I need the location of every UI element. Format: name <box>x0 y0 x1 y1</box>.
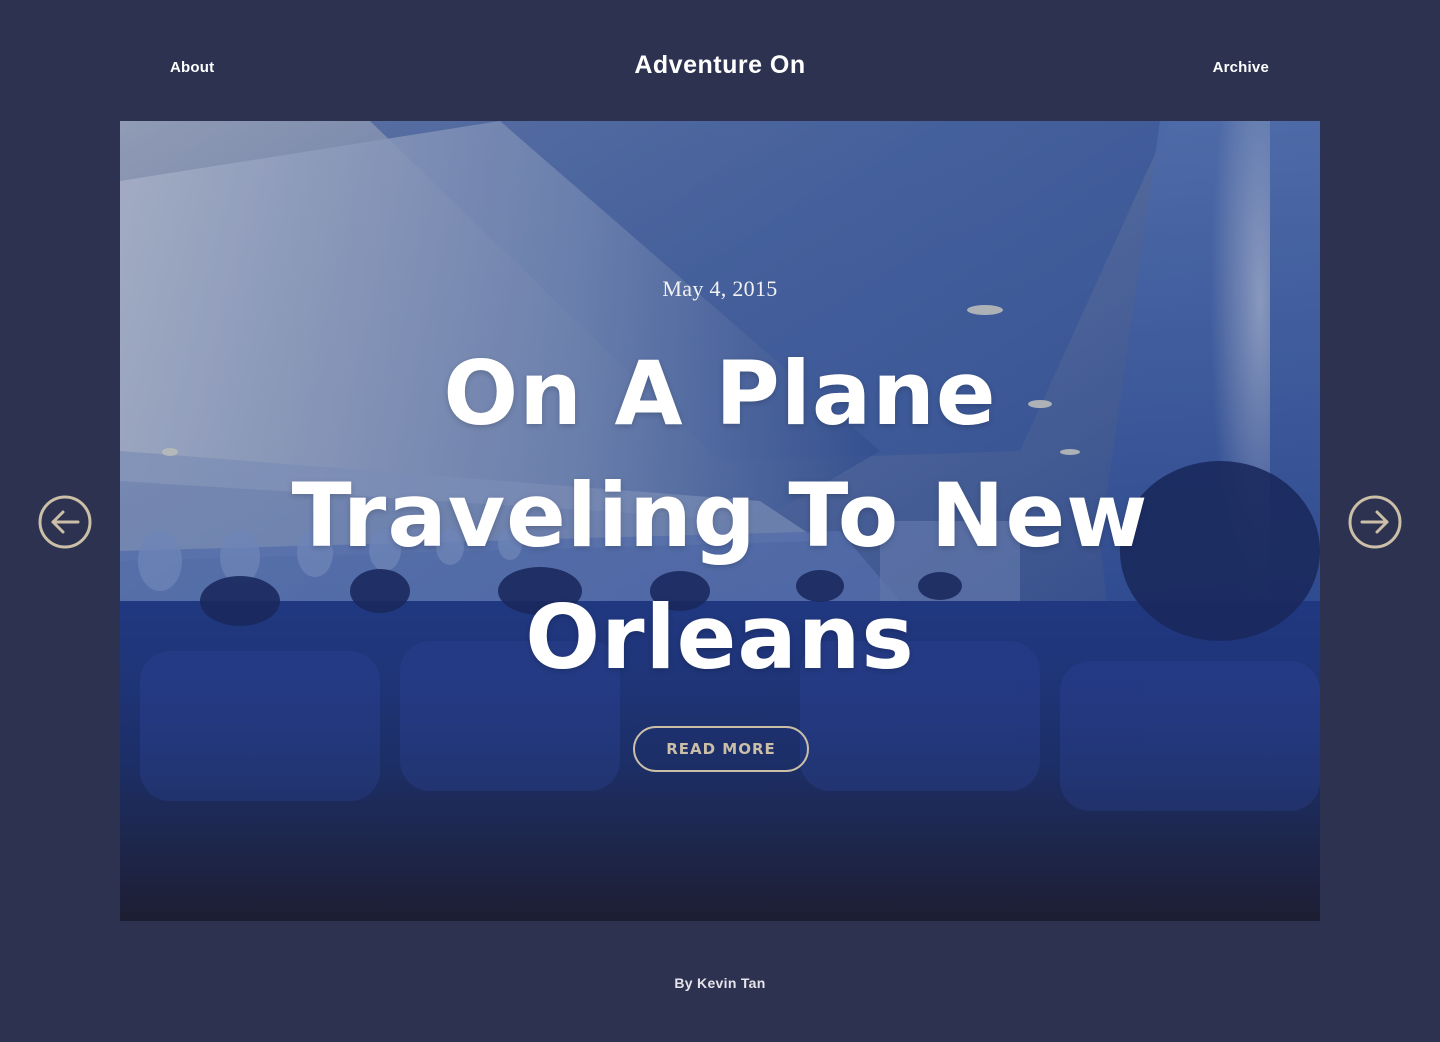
previous-post-button[interactable] <box>38 495 92 549</box>
post-title[interactable]: On A Plane Traveling To New Orleans <box>250 333 1190 699</box>
page: About Adventure On Archive May 4, 2015 O… <box>0 0 1440 1042</box>
post-date: May 4, 2015 <box>662 276 778 301</box>
arrow-right-circle-icon <box>1348 495 1402 549</box>
next-post-button[interactable] <box>1348 495 1402 549</box>
read-more-button[interactable]: READ MORE <box>633 726 809 772</box>
nav-archive-link[interactable]: Archive <box>1213 59 1269 76</box>
arrow-left-circle-icon <box>38 495 92 549</box>
hero-content: May 4, 2015 On A Plane Traveling To New … <box>120 121 1320 921</box>
post-byline: By Kevin Tan <box>674 975 766 991</box>
featured-post-hero: May 4, 2015 On A Plane Traveling To New … <box>120 121 1320 921</box>
